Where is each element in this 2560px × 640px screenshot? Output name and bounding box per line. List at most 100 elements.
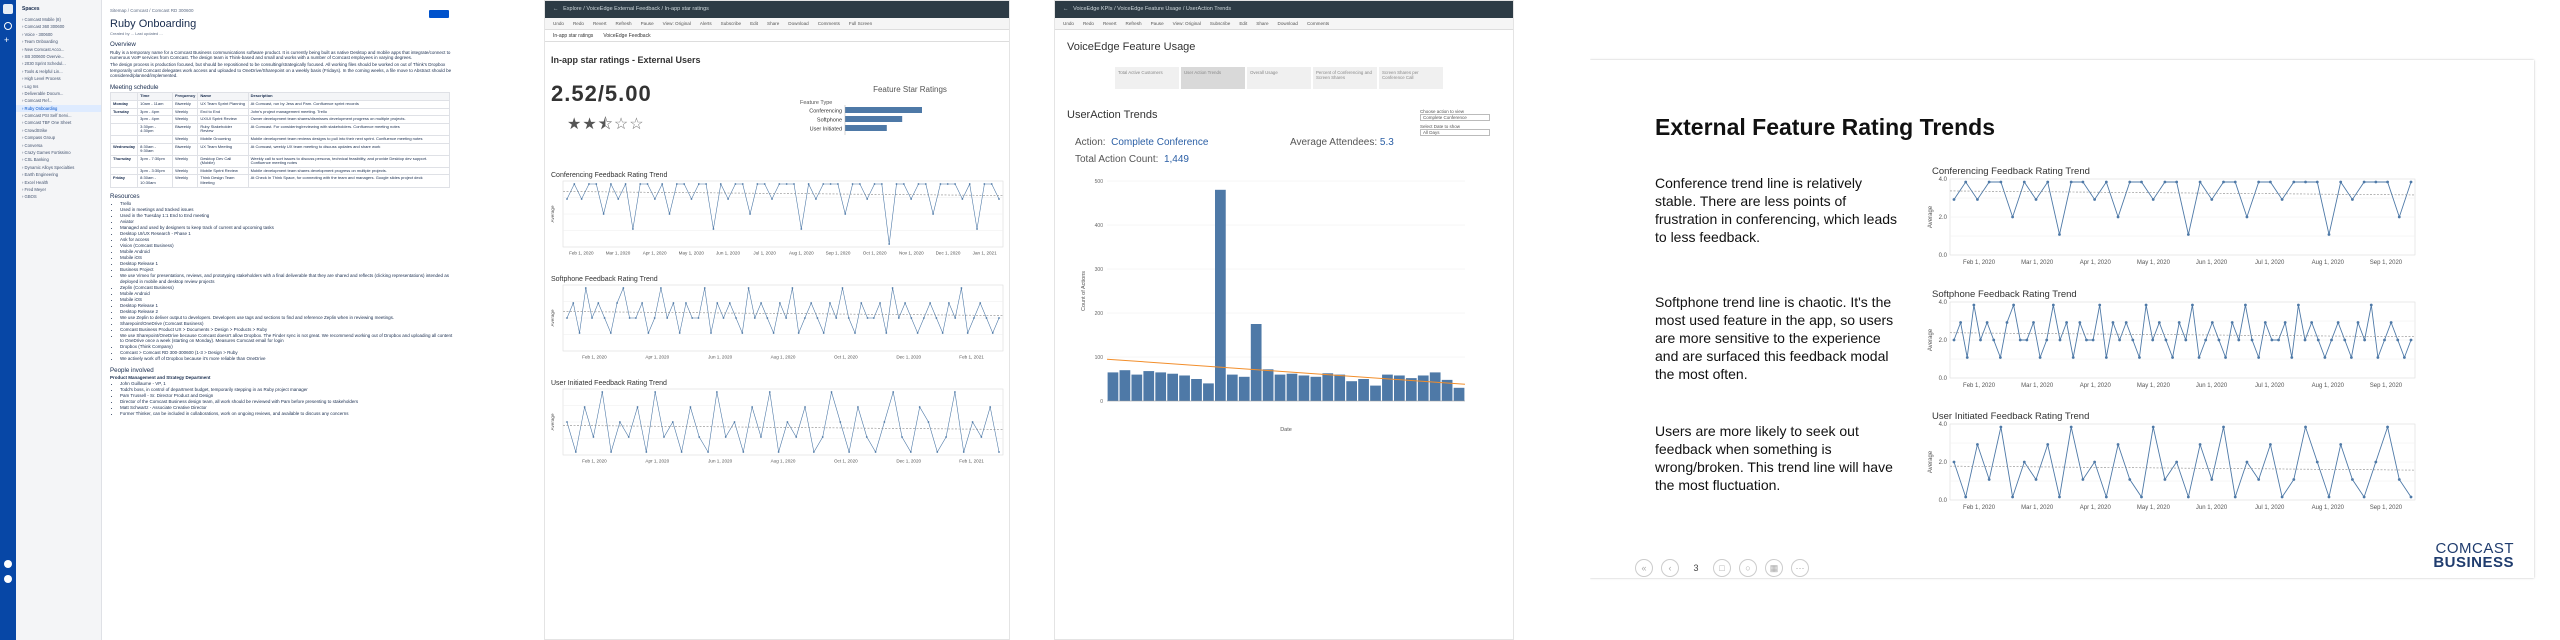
avatar[interactable] [4, 575, 12, 583]
data-point[interactable] [2151, 338, 2155, 342]
toolbar-button[interactable]: Pause [1151, 21, 1164, 26]
data-point[interactable] [2151, 425, 2155, 429]
data-point[interactable] [2058, 338, 2062, 342]
sidebar-item[interactable]: › Ruby Onboarding [16, 104, 101, 113]
back-icon[interactable]: ← [553, 6, 559, 12]
data-point[interactable] [1985, 321, 1989, 324]
data-point[interactable] [2330, 338, 2333, 342]
data-point[interactable] [922, 317, 925, 319]
data-point[interactable] [2244, 303, 2247, 307]
data-point[interactable] [916, 332, 919, 334]
data-point[interactable] [572, 302, 575, 304]
data-point[interactable] [917, 183, 920, 185]
data-point[interactable] [851, 183, 854, 185]
data-point[interactable] [815, 198, 817, 200]
data-point[interactable] [616, 302, 618, 304]
data-point[interactable] [2104, 495, 2108, 499]
data-point[interactable] [2277, 338, 2280, 342]
data-point[interactable] [597, 302, 600, 304]
data-point[interactable] [807, 183, 810, 185]
sidebar-item[interactable]: › Crazy Games Fortissimo [16, 149, 101, 156]
bar[interactable] [1358, 379, 1369, 401]
data-point[interactable] [2012, 303, 2016, 307]
data-point[interactable] [1999, 425, 2003, 429]
confluence-logo-icon[interactable] [3, 4, 13, 14]
data-point[interactable] [998, 317, 1000, 319]
data-point[interactable] [778, 302, 781, 304]
data-point[interactable] [797, 332, 800, 334]
data-point[interactable] [1952, 460, 1956, 464]
data-point[interactable] [2349, 356, 2353, 359]
data-point[interactable] [2280, 198, 2284, 201]
more-icon[interactable]: ⋯ [1791, 559, 1809, 577]
bar[interactable] [1429, 372, 1441, 401]
data-point[interactable] [804, 317, 806, 319]
toolbar-button[interactable]: Undo [553, 21, 564, 26]
data-point[interactable] [793, 183, 795, 185]
data-point[interactable] [2093, 460, 2097, 464]
data-point[interactable] [2210, 478, 2214, 481]
data-point[interactable] [566, 317, 568, 319]
data-point[interactable] [2409, 180, 2413, 184]
data-point[interactable] [2022, 180, 2026, 184]
data-point[interactable] [591, 317, 593, 319]
data-point[interactable] [645, 451, 648, 453]
data-point[interactable] [2230, 321, 2234, 324]
data-point[interactable] [901, 436, 903, 438]
data-point[interactable] [2233, 495, 2237, 499]
data-point[interactable] [2177, 321, 2181, 324]
data-point[interactable] [2046, 180, 2050, 184]
data-point[interactable] [622, 287, 625, 289]
sidebar-item[interactable]: › 2030 Sprint Schedul... [16, 60, 101, 67]
data-point[interactable] [2191, 303, 2194, 307]
data-point[interactable] [2250, 338, 2254, 342]
data-point[interactable] [2098, 303, 2102, 307]
data-point[interactable] [641, 302, 644, 304]
data-point[interactable] [2091, 338, 2095, 342]
data-point[interactable] [749, 213, 751, 215]
data-point[interactable] [2222, 180, 2225, 184]
data-point[interactable] [2051, 303, 2055, 307]
sidebar-item[interactable]: › Comcast TBF One Sheet [16, 119, 101, 126]
bar[interactable] [1322, 373, 1334, 401]
data-point[interactable] [960, 287, 963, 289]
data-point[interactable] [653, 317, 656, 319]
data-point[interactable] [2237, 338, 2241, 342]
data-point[interactable] [983, 183, 986, 185]
toolbar-button[interactable]: Refresh [616, 21, 632, 26]
data-point[interactable] [671, 421, 674, 423]
data-point[interactable] [835, 317, 838, 319]
data-point[interactable] [768, 391, 771, 393]
data-point[interactable] [2093, 198, 2097, 201]
bar[interactable] [1179, 375, 1190, 401]
data-point[interactable] [839, 421, 842, 423]
toolbar-button[interactable]: Alerts [700, 21, 712, 26]
bar[interactable] [1334, 374, 1346, 401]
data-point[interactable] [989, 406, 992, 408]
data-point[interactable] [2351, 198, 2354, 201]
data-point[interactable] [663, 436, 665, 438]
data-point[interactable] [2283, 321, 2287, 324]
toolbar-button[interactable]: Edit [1239, 21, 1247, 26]
data-point[interactable] [2315, 460, 2319, 464]
data-point[interactable] [631, 228, 634, 230]
data-point[interactable] [2198, 443, 2202, 446]
data-point[interactable] [848, 451, 851, 453]
data-point[interactable] [661, 183, 664, 185]
sidebar-item[interactable]: › Voice - 300600 [16, 31, 101, 38]
bar[interactable] [1286, 373, 1298, 401]
data-point[interactable] [2310, 321, 2314, 324]
data-point[interactable] [2386, 180, 2389, 184]
bar[interactable] [1167, 373, 1178, 401]
data-point[interactable] [2116, 215, 2120, 219]
data-point[interactable] [1976, 443, 1979, 446]
data-point[interactable] [2233, 180, 2237, 184]
data-point[interactable] [574, 451, 577, 453]
help-icon[interactable] [4, 560, 12, 568]
bar[interactable] [1226, 374, 1238, 401]
data-point[interactable] [858, 183, 861, 185]
data-point[interactable] [2140, 495, 2143, 499]
data-point[interactable] [705, 183, 708, 185]
data-point[interactable] [829, 183, 832, 185]
data-point[interactable] [895, 183, 898, 185]
